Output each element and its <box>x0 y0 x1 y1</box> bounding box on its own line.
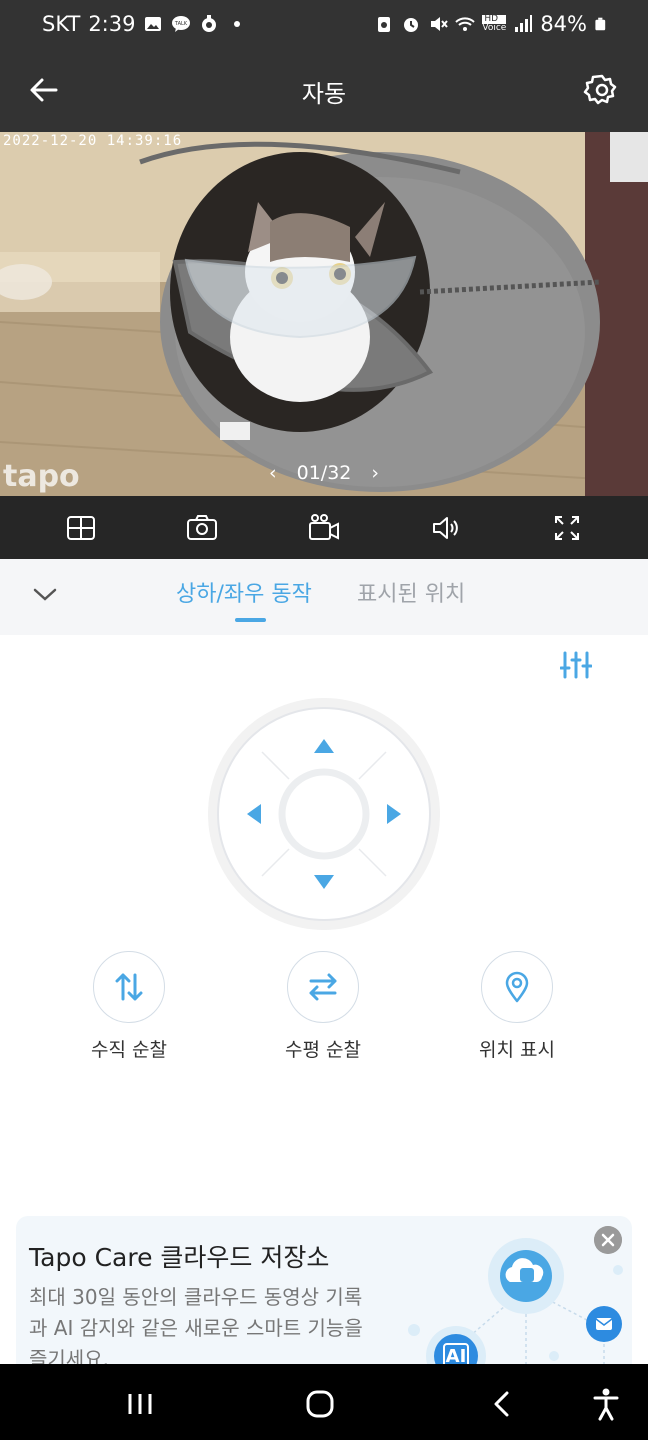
carrier-label: SKT <box>42 12 81 36</box>
mute-icon <box>431 17 449 31</box>
camera-feed[interactable]: 2022-12-20 14:39:16 tapo ‹ 01/32 › <box>0 132 648 496</box>
voice-label: Voice <box>482 23 507 33</box>
recent-apps-icon[interactable] <box>120 1384 160 1424</box>
dot-icon <box>234 21 241 27</box>
gallery-icon <box>145 17 162 31</box>
control-tabs: 상하/좌우 동작 표시된 위치 <box>0 559 648 635</box>
talk-icon: TALK <box>172 16 191 32</box>
horizontal-patrol-icon <box>309 973 337 1001</box>
mark-position-label: 위치 표시 <box>479 1039 555 1061</box>
alarm-icon <box>404 18 419 32</box>
camera-scene <box>0 132 648 496</box>
wifi-icon <box>455 17 476 31</box>
promo-title: Tapo Care 클라우드 저장소 <box>29 1243 330 1272</box>
status-bar: SKT 2:39 TALK HD Voice 84% <box>0 0 648 54</box>
vertical-patrol-icon <box>115 973 143 1001</box>
direction-pad[interactable] <box>207 697 441 931</box>
clock: 2:39 <box>88 12 136 36</box>
horizontal-patrol-button[interactable]: 수평 순찰 <box>253 951 393 1062</box>
gear-icon[interactable] <box>582 70 622 110</box>
speaker-icon[interactable] <box>426 508 466 548</box>
status-right: HD Voice 84% <box>374 12 608 36</box>
vertical-patrol-label: 수직 순찰 <box>91 1039 167 1061</box>
svg-text:TALK: TALK <box>174 21 188 27</box>
video-record-icon[interactable] <box>304 508 344 548</box>
page-counter: 01/32 <box>296 462 352 484</box>
horizontal-patrol-label: 수평 순찰 <box>285 1039 361 1061</box>
recording-pager: ‹ 01/32 › <box>0 462 648 484</box>
ai-badge: AI <box>446 1346 467 1364</box>
vertical-patrol-button[interactable]: 수직 순찰 <box>59 951 199 1062</box>
cloud-illustration: AI <box>408 1238 623 1364</box>
notification-icon <box>202 15 217 32</box>
battery-percent: 84% <box>540 12 587 36</box>
video-timestamp: 2022-12-20 14:39:16 <box>3 133 183 149</box>
sliders-icon[interactable] <box>560 650 592 680</box>
camera-icon[interactable] <box>182 508 222 548</box>
chevron-left-icon[interactable]: ‹ <box>269 462 277 484</box>
tab-pan-tilt[interactable]: 상하/좌우 동작 <box>176 576 312 608</box>
fullscreen-icon[interactable] <box>547 508 587 548</box>
close-icon[interactable] <box>594 1226 622 1254</box>
home-icon[interactable] <box>300 1384 340 1424</box>
hd-voice-badge: HD Voice <box>482 15 507 33</box>
horizontal-patrol-circle[interactable] <box>287 951 359 1023</box>
status-left: SKT 2:39 TALK <box>42 12 247 36</box>
system-nav-bar <box>0 1364 648 1440</box>
promo-description: 최대 30일 동안의 클라우드 동영상 기록과 AI 감지와 같은 새로운 스마… <box>29 1285 363 1364</box>
recycle-icon <box>378 17 391 32</box>
page-title: 자동 <box>301 80 347 108</box>
battery-icon <box>595 17 606 31</box>
active-tab-indicator <box>235 618 266 622</box>
layout-grid-icon[interactable] <box>61 508 101 548</box>
location-pin-icon <box>505 971 529 1003</box>
mark-position-circle[interactable] <box>481 951 553 1023</box>
app-bar: 자동 <box>0 54 648 132</box>
video-toolbar <box>0 496 648 559</box>
vertical-patrol-circle[interactable] <box>93 951 165 1023</box>
cloud-promo-banner[interactable]: Tapo Care 클라우드 저장소 최대 30일 동안의 클라우드 동영상 기… <box>16 1216 632 1364</box>
pan-tilt-panel: 수직 순찰 수평 순찰 위치 표시 <box>0 635 648 1202</box>
accessibility-icon[interactable] <box>586 1384 626 1424</box>
tab-marked-positions[interactable]: 표시된 위치 <box>357 576 465 608</box>
chevron-down-icon[interactable] <box>30 579 60 609</box>
back-nav-icon[interactable] <box>482 1384 522 1424</box>
signal-icon <box>515 15 533 32</box>
mark-position-button[interactable]: 위치 표시 <box>447 951 587 1062</box>
chevron-right-icon[interactable]: › <box>371 462 379 484</box>
